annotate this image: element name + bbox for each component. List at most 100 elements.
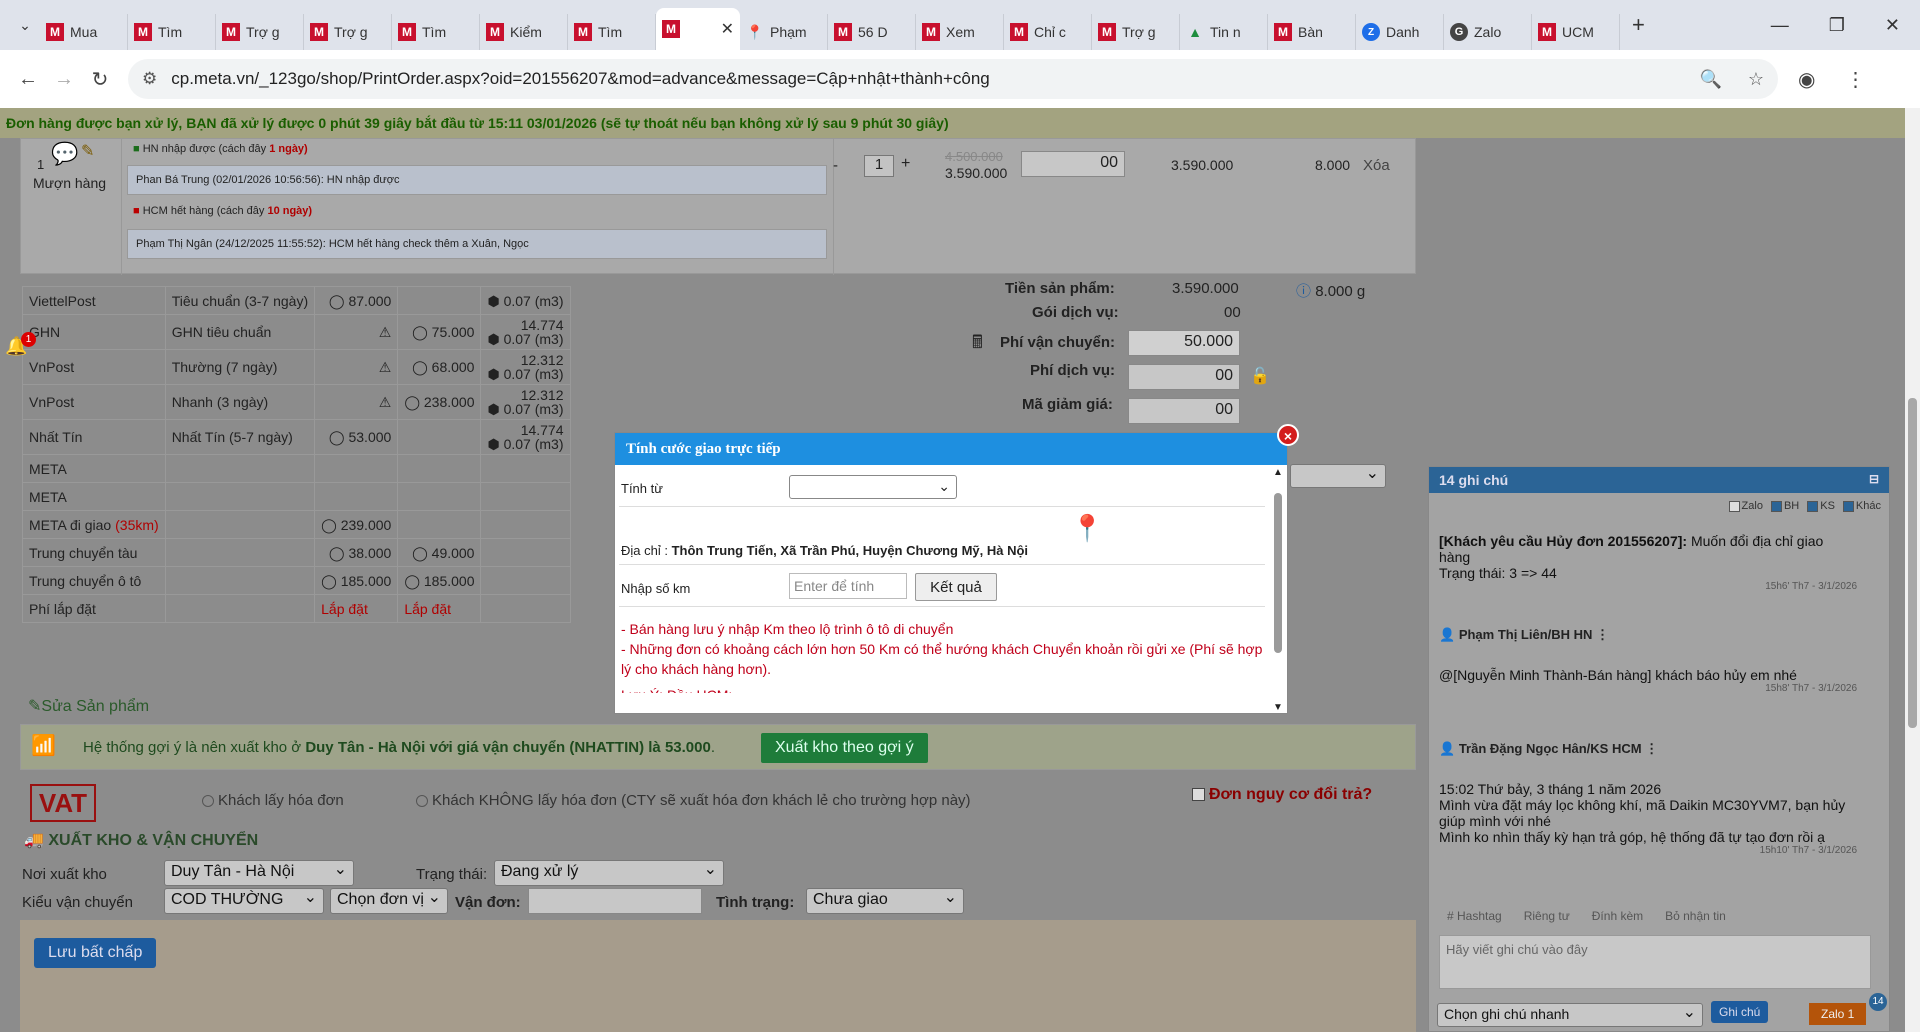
browser-tab[interactable]: M Xem bbox=[916, 14, 1004, 50]
carrier-cell[interactable]: ◯ 87.000 bbox=[314, 286, 399, 315]
shipping-fee-input[interactable]: 50.000 bbox=[1128, 330, 1240, 356]
carrier-cell[interactable]: ◯ 238.000 bbox=[397, 384, 482, 420]
tab-close-icon[interactable]: ✕ bbox=[721, 19, 734, 39]
carrier-cell[interactable]: ◯ 75.000 bbox=[397, 314, 482, 350]
carrier-cell[interactable]: ◯ 38.000 bbox=[314, 538, 399, 567]
carrier-cell[interactable] bbox=[314, 454, 399, 483]
browser-tab[interactable]: M Tìm bbox=[128, 14, 216, 50]
delete-link[interactable]: Xóa bbox=[1363, 157, 1390, 174]
forward-arrow-icon[interactable]: → bbox=[46, 68, 82, 91]
site-info-icon[interactable]: ⚙ bbox=[142, 69, 157, 89]
url-field[interactable]: ⚙ cp.meta.vn/_123go/shop/PrintOrder.aspx… bbox=[128, 59, 1778, 99]
status-select[interactable]: Đang xử lý bbox=[494, 859, 724, 886]
browser-tab[interactable]: M Trợ g bbox=[304, 14, 392, 50]
note-filter-chip[interactable]: KS bbox=[1807, 500, 1835, 512]
km-input[interactable]: Enter để tính bbox=[789, 573, 907, 599]
browser-tab[interactable]: ▲ Tin n bbox=[1180, 14, 1268, 50]
borrow-link[interactable]: Mượn hàng bbox=[33, 175, 106, 191]
note-tool[interactable]: Bỏ nhận tin bbox=[1665, 909, 1726, 923]
note-filter-chip[interactable]: BH bbox=[1770, 500, 1799, 512]
profile-icon[interactable]: ◉ bbox=[1798, 67, 1815, 92]
close-window-icon[interactable]: ✕ bbox=[1885, 15, 1900, 36]
carrier-cell[interactable]: ⚠ bbox=[314, 314, 399, 350]
unlock-icon[interactable]: 🔓 bbox=[1250, 366, 1270, 386]
browser-tab[interactable]: 📍 Phạm bbox=[740, 14, 828, 50]
service-fee-input[interactable]: 00 bbox=[1128, 364, 1240, 390]
browser-tab[interactable]: G Zalo bbox=[1444, 14, 1532, 50]
result-button[interactable]: Kết quả bbox=[915, 573, 997, 601]
carrier-cell[interactable]: ◯ 49.000 bbox=[397, 538, 482, 567]
qty-plus-button[interactable]: + bbox=[901, 155, 910, 173]
vat-option-no[interactable]: Khách KHÔNG lấy hóa đơn (CTY sẽ xuất hóa… bbox=[416, 792, 971, 809]
carrier-cell[interactable] bbox=[314, 482, 399, 511]
modal-close-icon[interactable]: × bbox=[1277, 424, 1299, 446]
carrier-cell[interactable] bbox=[397, 510, 482, 539]
export-suggest-button[interactable]: Xuất kho theo gợi ý bbox=[761, 733, 928, 763]
from-select[interactable]: ⌄ bbox=[789, 475, 957, 499]
browser-tab[interactable]: M Mua bbox=[40, 14, 128, 50]
ship-type-select[interactable]: COD THƯỜNG bbox=[164, 887, 324, 914]
collapse-icon[interactable]: ⊟ bbox=[1869, 472, 1879, 486]
note-tool[interactable]: Riêng tư bbox=[1524, 909, 1570, 923]
carrier-cell[interactable]: ◯ 185.000 bbox=[397, 566, 482, 595]
side-select[interactable] bbox=[1290, 463, 1386, 488]
save-anyway-button[interactable]: Lưu bất chấp bbox=[34, 938, 157, 968]
menu-dots-icon[interactable]: ⋮ bbox=[1845, 67, 1865, 92]
add-note-button[interactable]: Ghi chú bbox=[1711, 1001, 1769, 1023]
note-tool[interactable]: Đính kèm bbox=[1592, 909, 1643, 923]
edit-product-link[interactable]: ✎Sửa Sản phẩm bbox=[28, 696, 149, 716]
coupon-input[interactable]: 00 bbox=[1128, 398, 1240, 424]
carrier-cell[interactable] bbox=[397, 286, 482, 315]
browser-tab[interactable]: M Tìm bbox=[392, 14, 480, 50]
vat-option-yes[interactable]: Khách lấy hóa đơn bbox=[202, 792, 344, 809]
reload-icon[interactable]: ↻ bbox=[82, 67, 118, 92]
carrier-cell[interactable]: Lắp đặt bbox=[314, 594, 399, 623]
carrier-cell[interactable] bbox=[397, 419, 482, 455]
map-pin-icon[interactable]: 📍 bbox=[1071, 513, 1103, 544]
chat-icon[interactable]: 💬 bbox=[51, 141, 78, 167]
note-tool[interactable]: # Hashtag bbox=[1447, 909, 1502, 923]
carrier-cell[interactable]: ◯ 239.000 bbox=[314, 510, 399, 539]
browser-tab[interactable]: M Tìm bbox=[568, 14, 656, 50]
carrier-cell[interactable]: ◯ 185.000 bbox=[314, 566, 399, 595]
browser-tab[interactable]: M Kiểm bbox=[480, 14, 568, 50]
carrier-cell[interactable]: ⚠ bbox=[314, 384, 399, 420]
condition-select[interactable]: Chưa giao bbox=[806, 887, 964, 914]
browser-tab[interactable]: M UCM bbox=[1532, 14, 1620, 50]
waybill-input[interactable] bbox=[528, 888, 702, 914]
note-filter-chip[interactable]: Khác bbox=[1842, 500, 1881, 512]
return-risk-checkbox[interactable]: Đơn nguy cơ đổi trả? bbox=[1192, 786, 1372, 804]
qty-minus-button[interactable]: - bbox=[833, 157, 838, 174]
carrier-select[interactable]: Chọn đơn vị bbox=[330, 887, 448, 914]
minimize-icon[interactable]: — bbox=[1771, 15, 1789, 36]
tab-search-chevron-icon[interactable]: ⌄ bbox=[10, 10, 40, 40]
carrier-cell[interactable]: ⚠ bbox=[314, 349, 399, 385]
quick-note-select[interactable]: Chọn ghi chú nhanh bbox=[1437, 1002, 1703, 1027]
browser-tab[interactable]: M ✕ bbox=[656, 8, 740, 50]
qty-input[interactable]: 1 bbox=[864, 155, 894, 177]
browser-tab[interactable]: Z Danh bbox=[1356, 14, 1444, 50]
zoom-icon[interactable]: 🔍 bbox=[1699, 69, 1721, 90]
warehouse-select[interactable]: Duy Tân - Hà Nội bbox=[164, 859, 354, 886]
browser-tab[interactable]: M Trợ g bbox=[1092, 14, 1180, 50]
carrier-cell[interactable]: Lắp đặt bbox=[397, 594, 482, 623]
zalo-button[interactable]: Zalo 1 bbox=[1809, 1003, 1867, 1025]
new-tab-plus-icon[interactable]: + bbox=[1632, 12, 1645, 38]
modal-scrollbar[interactable]: ▲ ▼ bbox=[1271, 467, 1285, 713]
bookmark-star-icon[interactable]: ☆ bbox=[1748, 69, 1764, 90]
carrier-cell[interactable] bbox=[397, 482, 482, 511]
browser-tab[interactable]: M Trợ g bbox=[216, 14, 304, 50]
note-filter-chip[interactable]: Zalo bbox=[1728, 500, 1763, 512]
back-arrow-icon[interactable]: ← bbox=[10, 68, 46, 91]
calculator-icon[interactable]: 🖩 bbox=[972, 330, 983, 360]
carrier-cell[interactable] bbox=[397, 454, 482, 483]
pin-icon[interactable]: ✎ bbox=[81, 141, 94, 161]
browser-tab[interactable]: M 56 D bbox=[828, 14, 916, 50]
discount-input[interactable]: 00 bbox=[1021, 151, 1125, 177]
browser-tab[interactable]: M Chỉ c bbox=[1004, 14, 1092, 50]
browser-tab[interactable]: M Bàn bbox=[1268, 14, 1356, 50]
page-scrollbar[interactable] bbox=[1905, 108, 1920, 1032]
carrier-cell[interactable]: ◯ 53.000 bbox=[314, 419, 399, 455]
note-textarea[interactable]: Hãy viết ghi chú vào đây bbox=[1439, 935, 1871, 989]
carrier-cell[interactable]: ◯ 68.000 bbox=[397, 349, 482, 385]
